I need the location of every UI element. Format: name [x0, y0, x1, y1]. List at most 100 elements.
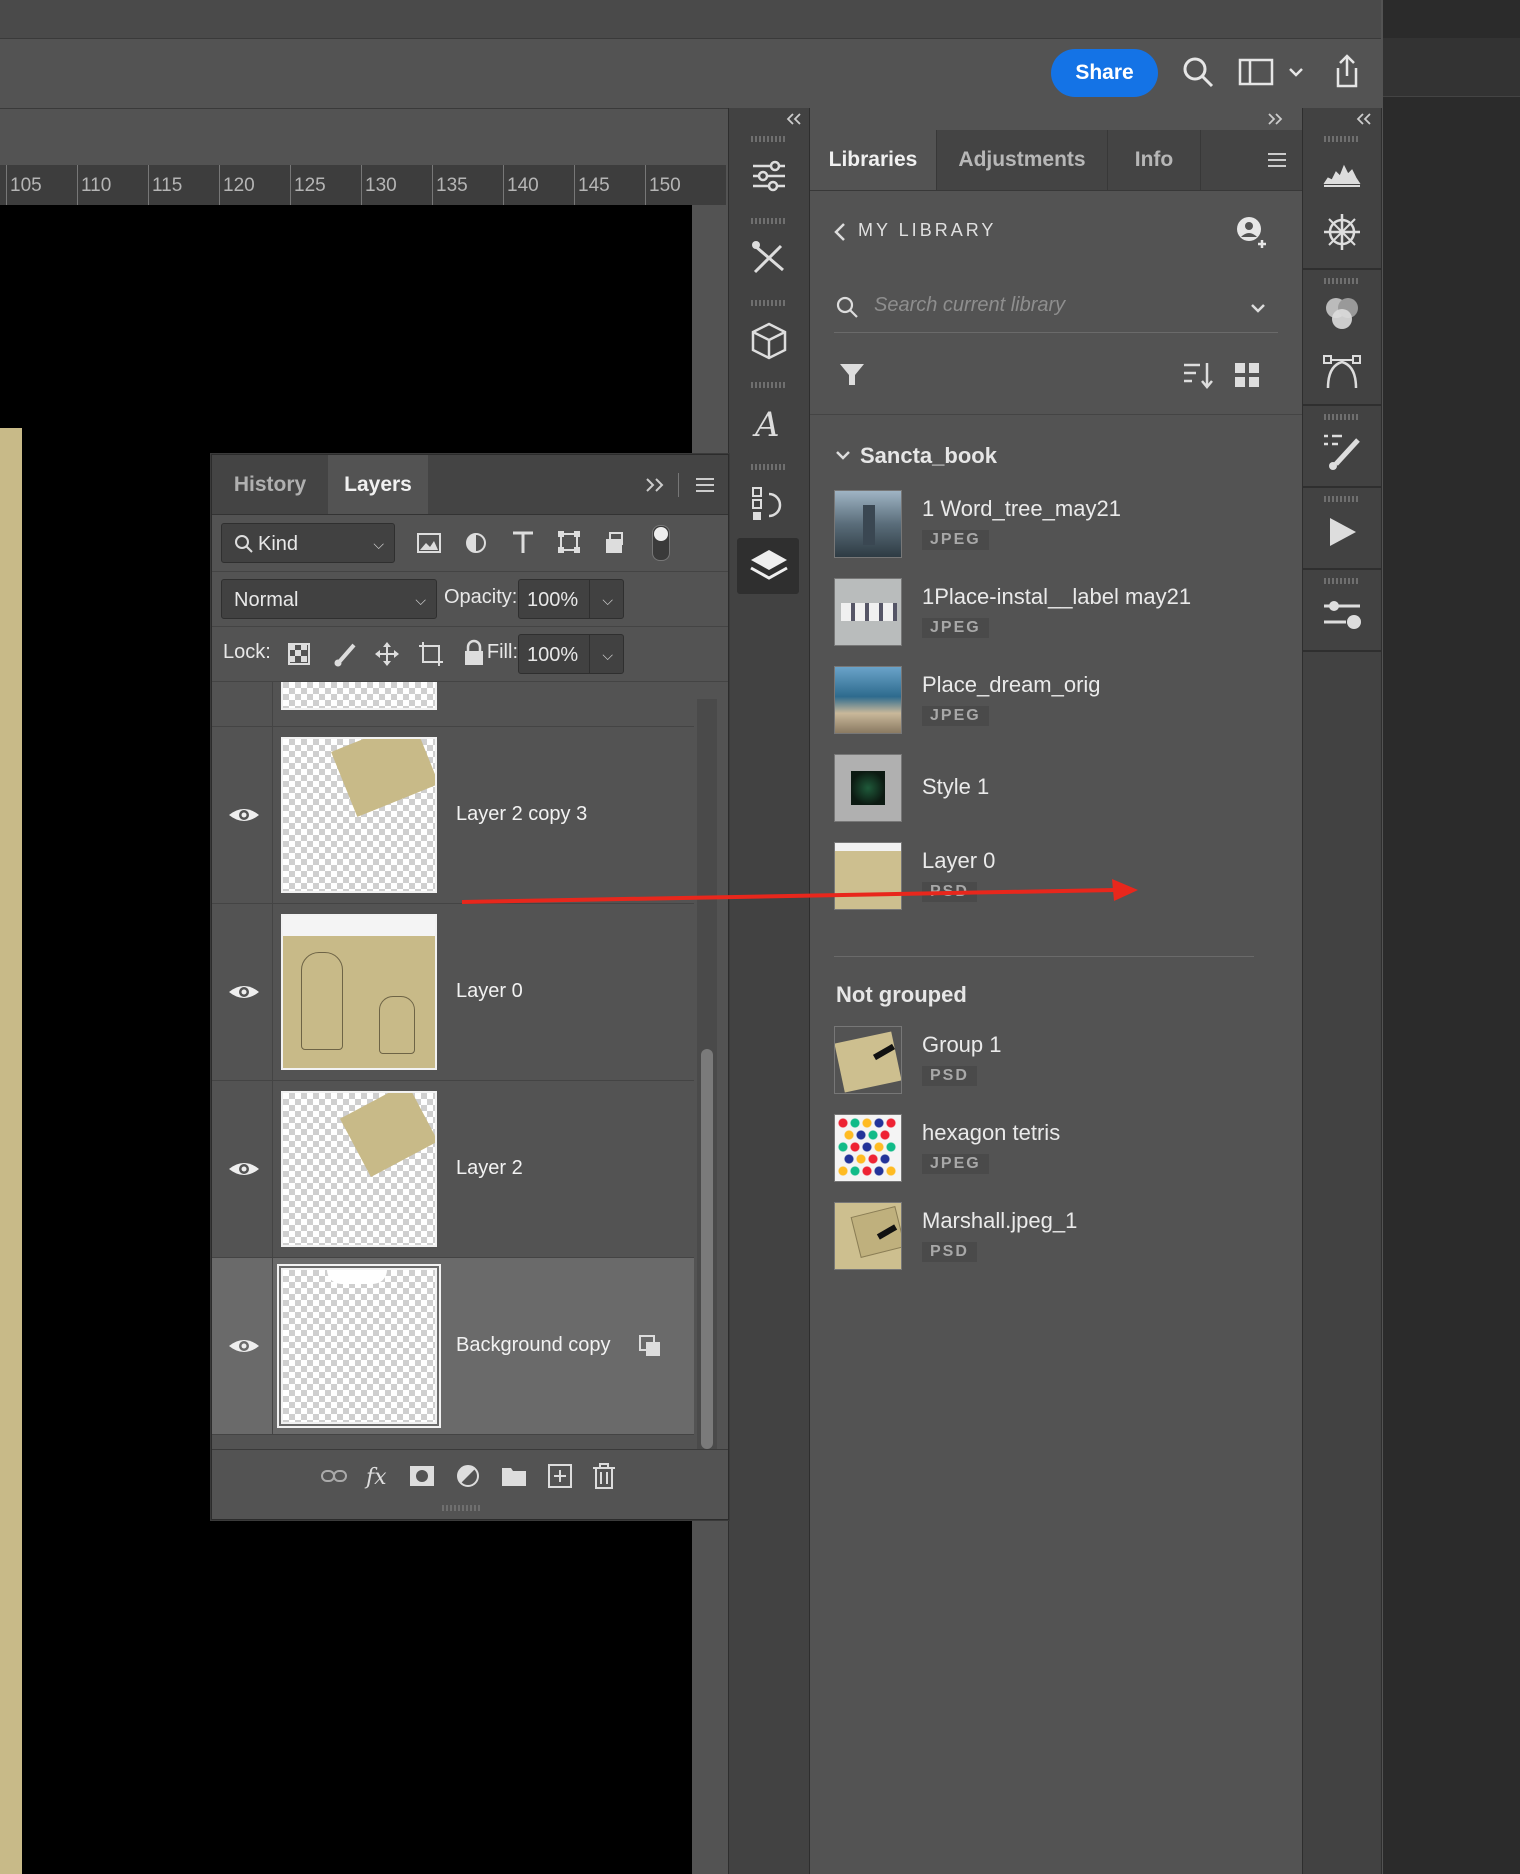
new-group-folder-icon[interactable]: [500, 1462, 528, 1490]
pixel-layer-filter-icon[interactable]: [416, 531, 442, 555]
layers-tab-bar: History Layers: [212, 455, 728, 515]
layer-style-fx-icon[interactable]: fx: [364, 1462, 392, 1490]
library-item[interactable]: 1 Word_tree_may21 JPEG: [810, 488, 1302, 568]
fill-field[interactable]: 100% ⌵: [518, 634, 624, 674]
lock-position-icon[interactable]: [374, 641, 400, 667]
library-item[interactable]: 1Place-instal__label may21 JPEG: [810, 576, 1302, 656]
lock-image-pixels-icon[interactable]: [332, 641, 358, 667]
layers-scrollbar[interactable]: [697, 699, 717, 1449]
layers-panel: History Layers Kind ⌵ Normal ⌵ Opacity: …: [211, 454, 729, 1520]
actions-play-icon[interactable]: [1320, 510, 1364, 554]
collapse-right-icon[interactable]: [1266, 112, 1284, 126]
workspace-layout-icon[interactable]: [1236, 52, 1276, 92]
layer-row[interactable]: Layer 2: [212, 1081, 694, 1258]
brush-settings-icon[interactable]: [1320, 428, 1364, 472]
item-thumbnail: [834, 578, 902, 646]
blend-mode-dropdown[interactable]: Normal ⌵: [221, 579, 437, 619]
item-thumbnail: [834, 666, 902, 734]
chevron-down-icon[interactable]: ⌵: [602, 580, 613, 620]
filter-toggle[interactable]: [652, 525, 670, 561]
fill-value: 100%: [527, 644, 579, 666]
history-states-icon[interactable]: [747, 482, 791, 526]
panel-resize-grip[interactable]: [442, 1505, 482, 1511]
share-button[interactable]: Share: [1051, 49, 1158, 97]
layer-row[interactable]: Layer 0: [212, 904, 694, 1081]
properties-icon[interactable]: [1320, 592, 1364, 636]
adjustment-layer-filter-icon[interactable]: [464, 531, 488, 555]
chevron-down-icon[interactable]: [1248, 298, 1268, 318]
library-item[interactable]: Place_dream_orig JPEG: [810, 664, 1302, 744]
group-header-sancta-book[interactable]: Sancta_book: [860, 443, 997, 469]
tab-layers[interactable]: Layers: [328, 455, 428, 514]
histogram-icon[interactable]: [1320, 152, 1364, 196]
lock-label: Lock:: [223, 641, 271, 663]
new-layer-icon[interactable]: [546, 1462, 574, 1490]
new-adjustment-layer-icon[interactable]: [454, 1462, 482, 1490]
adjustments-sliders-icon[interactable]: [747, 154, 791, 198]
3d-cube-icon[interactable]: [747, 318, 791, 362]
library-item[interactable]: Style 1: [810, 752, 1302, 832]
layer-name[interactable]: Background copy: [456, 1334, 611, 1357]
fill-label: Fill:: [486, 641, 518, 663]
tab-adjustments[interactable]: Adjustments: [937, 130, 1108, 190]
grid-view-icon[interactable]: [1234, 362, 1260, 388]
collapse-left-icon[interactable]: [1355, 112, 1373, 126]
visibility-eye-icon[interactable]: [226, 1151, 262, 1187]
layer-name[interactable]: Layer 2: [456, 1157, 523, 1180]
back-chevron-icon[interactable]: [830, 220, 850, 244]
navigator-icon[interactable]: [1320, 210, 1364, 254]
library-search-field[interactable]: Search current library: [834, 286, 1278, 333]
layers-panel-button[interactable]: [737, 538, 799, 594]
collaborator-icon[interactable]: [1232, 212, 1270, 250]
layer-row-selected[interactable]: Background copy: [212, 1258, 694, 1435]
panel-menu-icon[interactable]: [694, 475, 716, 495]
library-item[interactable]: Marshall.jpeg_1 PSD: [810, 1200, 1302, 1280]
smart-object-filter-icon[interactable]: [602, 529, 628, 555]
visibility-eye-icon[interactable]: [226, 974, 262, 1010]
chevron-down-icon[interactable]: [834, 446, 852, 464]
item-name: Style 1: [922, 774, 990, 799]
library-item[interactable]: Group 1 PSD: [810, 1024, 1302, 1104]
layer-name[interactable]: Layer 2 copy 3: [456, 803, 587, 826]
visibility-eye-icon[interactable]: [226, 797, 262, 833]
lock-transparent-pixels-icon[interactable]: [288, 643, 310, 665]
delete-layer-trash-icon[interactable]: [590, 1462, 618, 1490]
layer-row-partial[interactable]: [212, 682, 694, 727]
ruler-tick: 110: [81, 175, 112, 196]
export-share-icon[interactable]: [1326, 52, 1366, 92]
layer-thumbnail: [281, 1091, 437, 1247]
library-title[interactable]: MY LIBRARY: [858, 220, 996, 241]
search-icon[interactable]: [1178, 52, 1218, 92]
search-placeholder: Search current library: [874, 294, 1066, 316]
opacity-field[interactable]: 100% ⌵: [518, 579, 624, 619]
chevron-down-icon[interactable]: [1286, 62, 1306, 82]
chevron-down-icon[interactable]: ⌵: [602, 635, 613, 675]
svg-text:fx: fx: [364, 1465, 387, 1490]
library-item[interactable]: hexagon tetris JPEG: [810, 1112, 1302, 1192]
filter-kind-dropdown[interactable]: Kind ⌵: [221, 523, 395, 563]
collapse-left-icon[interactable]: [785, 112, 803, 126]
filter-icon[interactable]: [838, 360, 866, 388]
paths-icon[interactable]: [1320, 348, 1364, 392]
tab-libraries[interactable]: Libraries: [810, 130, 937, 190]
type-layer-filter-icon[interactable]: [510, 529, 536, 555]
glyphs-icon[interactable]: A: [747, 400, 791, 444]
panel-menu-icon[interactable]: [1266, 150, 1288, 170]
add-mask-icon[interactable]: [408, 1462, 436, 1490]
channels-icon[interactable]: [1320, 292, 1364, 336]
sort-icon[interactable]: [1182, 360, 1214, 390]
tab-history[interactable]: History: [212, 455, 328, 514]
tools-icon[interactable]: [747, 236, 791, 280]
visibility-eye-icon[interactable]: [226, 1328, 262, 1364]
scrollbar-thumb[interactable]: [701, 1049, 713, 1449]
lock-artboard-icon[interactable]: [418, 641, 444, 667]
ruler-tick: 135: [436, 175, 468, 196]
opacity-label: Opacity:: [444, 586, 518, 608]
shape-layer-filter-icon[interactable]: [556, 529, 582, 555]
ruler-tick: 140: [507, 175, 539, 196]
tab-info[interactable]: Info: [1108, 130, 1201, 190]
artwork-edge: [0, 428, 22, 1874]
layer-name[interactable]: Layer 0: [456, 980, 523, 1003]
link-layers-icon[interactable]: [320, 1462, 348, 1490]
collapse-right-icon[interactable]: [644, 477, 666, 493]
